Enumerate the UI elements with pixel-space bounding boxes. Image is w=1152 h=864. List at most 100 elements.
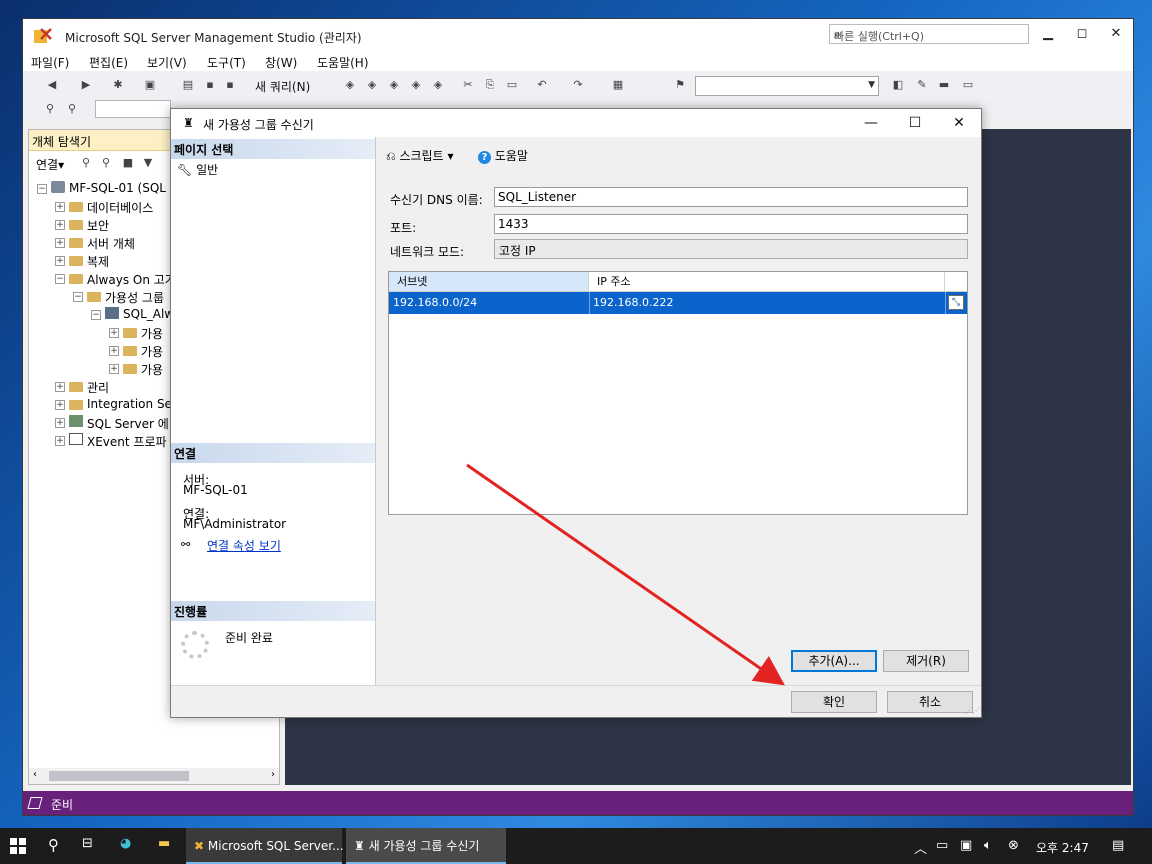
collapse-icon[interactable]: − [55, 274, 65, 284]
expand-icon[interactable]: + [55, 418, 65, 428]
edge-icon[interactable]: ◕ [120, 836, 131, 851]
save-all-icon[interactable]: ▪ [223, 78, 237, 92]
search-icon[interactable]: ⚲ [48, 836, 59, 854]
redo-icon[interactable]: ↷ [571, 78, 585, 92]
menu-tools[interactable]: 도구(T) [207, 54, 246, 71]
ssms-taskbar-icon: ✖ [194, 839, 205, 853]
undo-icon[interactable]: ↶ [535, 78, 549, 92]
mdx-query-icon[interactable]: ◈ [343, 78, 357, 92]
expand-icon[interactable]: + [109, 364, 119, 374]
page-select-header: 페이지 선택 [171, 139, 375, 159]
add-button[interactable]: 추가(A)... [791, 650, 877, 672]
open-file-icon[interactable]: ▤ [181, 78, 195, 92]
dialog-close-button[interactable]: ✕ [949, 114, 969, 132]
object-explorer-hscroll[interactable]: ‹ › [29, 768, 279, 784]
file-explorer-icon[interactable]: ▬ [158, 836, 170, 851]
expand-icon[interactable]: + [109, 346, 119, 356]
menu-file[interactable]: 파일(F) [31, 54, 69, 71]
column-header-subnet[interactable]: 서브넷 [389, 272, 589, 291]
expand-icon[interactable]: + [55, 256, 65, 266]
dax-query-icon[interactable]: ◈ [409, 78, 423, 92]
ok-button[interactable]: 확인 [791, 691, 877, 713]
expand-icon[interactable]: + [55, 382, 65, 392]
menu-view[interactable]: 보기(V) [147, 54, 187, 71]
expand-icon[interactable]: + [55, 238, 65, 248]
new-query-button[interactable]: 새 쿼리(N) [255, 78, 310, 95]
taskbar-listener-dialog[interactable]: ♜ 새 가용성 그룹 수신기 [346, 828, 506, 864]
xmla-query-icon[interactable]: ◈ [387, 78, 401, 92]
task-view-icon[interactable]: ⊟ [82, 836, 93, 851]
menu-window[interactable]: 창(W) [265, 54, 297, 71]
forward-icon[interactable]: ▶ [79, 78, 93, 92]
connect-dropdown[interactable]: 연결▾ [36, 156, 64, 173]
notification-icon[interactable]: ▤ [1112, 838, 1124, 853]
collapse-icon[interactable]: − [37, 184, 47, 194]
dax-query2-icon[interactable]: ◈ [431, 78, 445, 92]
paste-icon[interactable]: ▭ [505, 78, 519, 92]
activity-monitor-icon[interactable]: ▦ [611, 78, 625, 92]
windows-start-icon[interactable] [10, 838, 26, 854]
resize-grip-icon[interactable]: ⋰⋰ [965, 706, 980, 715]
disconnect-object-icon[interactable]: ⚲ [99, 156, 113, 170]
dialog-minimize-button[interactable]: — [861, 114, 881, 132]
dmx-query-icon[interactable]: ◈ [365, 78, 379, 92]
toolbox-icon[interactable]: ▬ [937, 78, 951, 92]
expand-icon[interactable]: + [55, 202, 65, 212]
connect-label: 연결 [36, 158, 59, 172]
network-mode-label: 네트워크 모드: [390, 245, 465, 259]
battery-icon[interactable]: ▭ [936, 838, 948, 853]
back-icon[interactable]: ◀ [45, 78, 59, 92]
cut-icon[interactable]: ✂ [461, 78, 475, 92]
scroll-left-icon[interactable]: ‹ [33, 769, 37, 780]
scroll-right-icon[interactable]: › [271, 769, 275, 780]
close-button[interactable]: ✕ [1105, 25, 1127, 43]
maximize-button[interactable]: ◻ [1071, 25, 1093, 43]
menu-edit[interactable]: 편집(E) [89, 54, 128, 71]
menu-help[interactable]: 도움말(H) [317, 54, 369, 71]
disconnect-icon[interactable]: ⚲ [65, 102, 79, 116]
port-input[interactable] [494, 214, 968, 234]
network-mode-select[interactable]: 고정 IP ⌵ [494, 239, 968, 259]
dns-name-input[interactable] [494, 187, 968, 207]
filter-icon[interactable]: ▼ [141, 156, 155, 170]
chevron-up-icon[interactable]: ︿ [914, 838, 927, 857]
collapse-icon[interactable]: − [73, 292, 83, 302]
volume-muted-icon[interactable]: 🔈︎ [984, 838, 992, 853]
scroll-thumb[interactable] [49, 771, 189, 781]
dialog-right-pane: ⎌ 스크립트 ▾ ? 도움말 수신기 DNS 이름: 포트: 네트워크 모드: … [376, 137, 981, 685]
solution-config-combo[interactable]: ▼ [695, 76, 879, 96]
network-icon[interactable]: ▣ [960, 838, 972, 853]
new-project-icon[interactable]: ✱ [111, 78, 125, 92]
vs-icon[interactable]: ◧ [891, 78, 905, 92]
dialog-maximize-button[interactable]: ☐ [905, 114, 925, 132]
page-general-item[interactable]: 🔧︎ 일반 [177, 161, 218, 178]
database-combo[interactable] [95, 100, 171, 118]
collapse-icon[interactable]: − [91, 310, 101, 320]
copy-icon[interactable]: ⎘ [483, 78, 497, 92]
taskbar-ssms[interactable]: ✖ Microsoft SQL Server... [186, 828, 344, 864]
connect-object-icon[interactable]: ⚲ [79, 156, 93, 170]
expand-icon[interactable]: + [55, 220, 65, 230]
console-icon[interactable]: ▭ [961, 78, 975, 92]
help-button[interactable]: ? 도움말 [478, 147, 528, 164]
script-button[interactable]: ⎌ 스크립트 ▾ [386, 147, 453, 164]
expand-icon[interactable]: + [109, 328, 119, 338]
save-icon[interactable]: ▪ [203, 78, 217, 92]
connect-icon[interactable]: ⚲ [43, 102, 57, 116]
column-header-ip[interactable]: IP 주소 [589, 272, 945, 291]
error-icon[interactable]: ⊗ [1008, 838, 1019, 853]
stop-icon[interactable]: ■ [121, 156, 135, 170]
add-item-icon[interactable]: ▣ [143, 78, 157, 92]
remove-button[interactable]: 제거(R) [883, 650, 969, 672]
cancel-button[interactable]: 취소 [887, 691, 973, 713]
table-row[interactable]: 192.168.0.0/24 192.168.0.222 ⤡ [389, 292, 967, 314]
wrench-icon[interactable]: ✎ [915, 78, 929, 92]
expand-icon[interactable]: + [55, 400, 65, 410]
quick-launch-input[interactable]: 빠른 실행(Ctrl+Q) ⌕ [829, 24, 1029, 44]
row-edit-icon[interactable]: ⤡ [948, 295, 964, 310]
minimize-button[interactable]: ▁ [1037, 25, 1059, 43]
view-connection-properties-link[interactable]: 연결 속성 보기 [207, 537, 281, 554]
clock[interactable]: 오후 2:47 [1036, 839, 1089, 856]
find-icon[interactable]: ⚑ [673, 78, 687, 92]
expand-icon[interactable]: + [55, 436, 65, 446]
